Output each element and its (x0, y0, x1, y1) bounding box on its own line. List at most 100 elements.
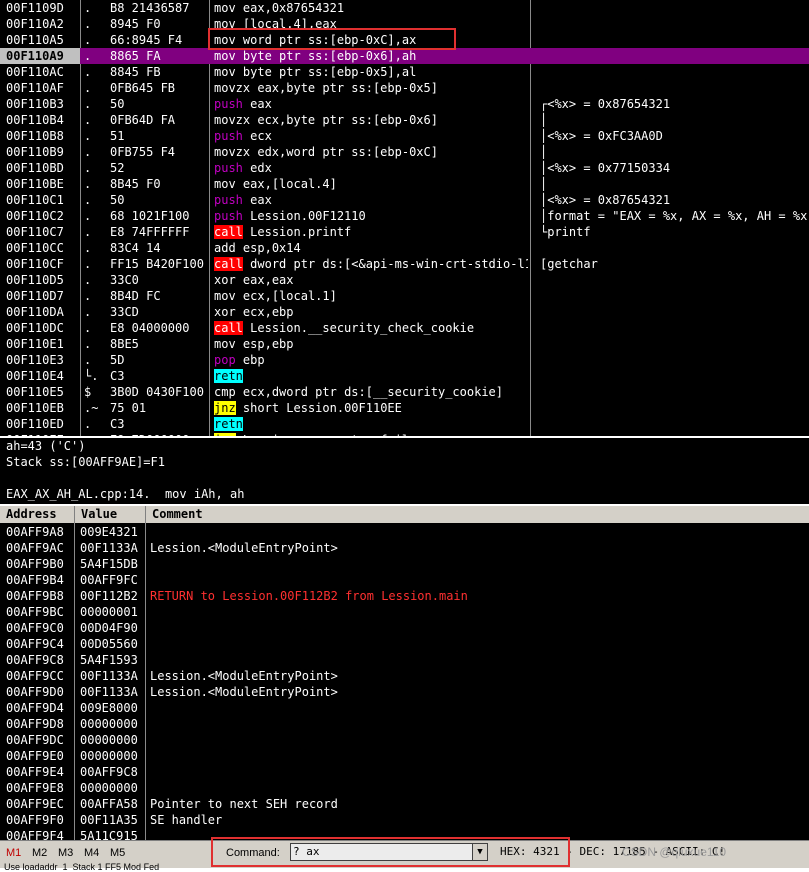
instruction-text[interactable]: push Lession.00F12110 (214, 208, 528, 224)
stack-row[interactable]: 00AFF9D4 009E8000 (0, 700, 809, 716)
address-column-header[interactable]: Address (0, 506, 75, 523)
opcode-bytes[interactable]: 66:8945 F4 (110, 32, 208, 48)
memory-button-m4[interactable]: M4 (84, 845, 99, 861)
instruction-address[interactable]: 00F110BD (0, 160, 80, 176)
instruction-text[interactable]: movzx ecx,byte ptr ss:[ebp-0x6] (214, 112, 528, 128)
stack-row[interactable]: 00AFF9D0 00F1133A Lession.<ModuleEntryPoin… (0, 684, 809, 700)
instruction-address[interactable]: 00F110C1 (0, 192, 80, 208)
stack-row[interactable]: 00AFF9C4 00D05560 (0, 636, 809, 652)
stack-row[interactable]: 00AFF9D8 00000000 (0, 716, 809, 732)
opcode-bytes[interactable]: E8 04000000 (110, 320, 208, 336)
opcode-bytes[interactable]: C3 (110, 416, 208, 432)
disasm-row[interactable]: 00F110D5. 33C0 xor eax,eax (0, 272, 809, 288)
instruction-text[interactable]: mov byte ptr ss:[ebp-0x6],ah (214, 48, 528, 64)
instruction-text[interactable]: pop ebp (214, 352, 528, 368)
instruction-address[interactable]: 00F110B9 (0, 144, 80, 160)
instruction-address[interactable]: 00F110A2 (0, 16, 80, 32)
instruction-text[interactable]: push eax (214, 96, 528, 112)
instruction-text[interactable]: push eax (214, 192, 528, 208)
disasm-row[interactable]: 00F110CF. FF15 B420F100 call dword ptr ds:… (0, 256, 809, 272)
instruction-comment[interactable]: │ (540, 176, 809, 192)
stack-row[interactable]: 00AFF9C0 00D04F90 (0, 620, 809, 636)
stack-row[interactable]: 00AFF9B8 00F112B2 RETURN to Lession.00F112… (0, 588, 809, 604)
instruction-text[interactable]: jnz short Lession.00F110EE (214, 400, 528, 416)
disasm-row[interactable]: 00F110CC. 83C4 14 add esp,0x14 (0, 240, 809, 256)
stack-row[interactable]: 00AFF9EC 00AFFA58 Pointer to next SEH reco… (0, 796, 809, 812)
instruction-text[interactable]: add esp,0x14 (214, 240, 528, 256)
instruction-address[interactable]: 00F110E3 (0, 352, 80, 368)
instruction-text[interactable]: push ecx (214, 128, 528, 144)
instruction-text[interactable]: mov ecx,[local.1] (214, 288, 528, 304)
instruction-address[interactable]: 00F110E4 (0, 368, 80, 384)
disasm-row[interactable]: 00F110BD. 52 push edx │<%x> = 0x77150334 (0, 160, 809, 176)
opcode-bytes[interactable]: E9 7D000000 (110, 432, 208, 436)
instruction-address[interactable]: 00F110AC (0, 64, 80, 80)
instruction-address[interactable]: 00F110D7 (0, 288, 80, 304)
instruction-text[interactable]: mov eax,0x87654321 (214, 0, 528, 16)
opcode-bytes[interactable]: 33C0 (110, 272, 208, 288)
instruction-text[interactable]: mov eax,[local.4] (214, 176, 528, 192)
instruction-address[interactable]: 00F110C2 (0, 208, 80, 224)
stack-row[interactable]: 00AFF9BC 00000001 (0, 604, 809, 620)
opcode-bytes[interactable]: 8845 FB (110, 64, 208, 80)
disasm-row[interactable]: 00F110ED. C3 retn (0, 416, 809, 432)
disasm-row[interactable]: 00F1109D. B8 21436587 mov eax,0x87654321 (0, 0, 809, 16)
instruction-address[interactable]: 00F110AF (0, 80, 80, 96)
instruction-address[interactable]: 00F110B8 (0, 128, 80, 144)
opcode-bytes[interactable]: 8945 F0 (110, 16, 208, 32)
instruction-address[interactable]: 00F110D5 (0, 272, 80, 288)
stack-row[interactable]: 00AFF9E0 00000000 (0, 748, 809, 764)
memory-button-m2[interactable]: M2 (32, 845, 47, 861)
instruction-address[interactable]: 00F110A5 (0, 32, 80, 48)
instruction-address[interactable]: 00F110DC (0, 320, 80, 336)
opcode-bytes[interactable]: FF15 B420F100 (110, 256, 208, 272)
disasm-row[interactable]: 00F110B3. 50 push eax ┌<%x> = 0x87654321 (0, 96, 809, 112)
disasm-row[interactable]: 00F110E3. 5D pop ebp (0, 352, 809, 368)
disasm-row[interactable]: 00F110B4. 0FB64D FA movzx ecx,byte ptr ss:… (0, 112, 809, 128)
opcode-bytes[interactable]: 50 (110, 96, 208, 112)
instruction-text[interactable]: call Lession.printf (214, 224, 528, 240)
instruction-text[interactable]: xor eax,eax (214, 272, 528, 288)
instruction-address[interactable]: 00F110CC (0, 240, 80, 256)
disassembly-pane[interactable]: 00F1109D. B8 21436587 mov eax,0x87654321 00… (0, 0, 809, 436)
disasm-row[interactable]: 00F110C1. 50 push eax │<%x> = 0x87654321 (0, 192, 809, 208)
stack-row[interactable]: 00AFF9F0 00F11A35 SE handler (0, 812, 809, 828)
instruction-text[interactable]: jmp Lession.__report_gsfailure (214, 432, 528, 436)
memory-button-m5[interactable]: M5 (110, 845, 125, 861)
instruction-text[interactable]: push edx (214, 160, 528, 176)
instruction-address[interactable]: 00F110BE (0, 176, 80, 192)
disasm-row[interactable]: 00F110DC. E8 04000000 call Lession.__secur… (0, 320, 809, 336)
instruction-text[interactable]: movzx edx,word ptr ss:[ebp-0xC] (214, 144, 528, 160)
disasm-row[interactable]: 00F110E4 └. C3 retn (0, 368, 809, 384)
instruction-address[interactable]: 00F110EE (0, 432, 80, 436)
instruction-address[interactable]: 00F110A9 (0, 48, 80, 64)
disasm-row[interactable]: 00F110BE. 8B45 F0 mov eax,[local.4] │ (0, 176, 809, 192)
disasm-row[interactable]: 00F110D7. 8B4D FC mov ecx,[local.1] (0, 288, 809, 304)
stack-row[interactable]: 00AFF9DC 00000000 (0, 732, 809, 748)
instruction-comment[interactable]: │ (540, 112, 809, 128)
opcode-bytes[interactable]: 0FB755 F4 (110, 144, 208, 160)
instruction-address[interactable]: 00F110E1 (0, 336, 80, 352)
opcode-bytes[interactable]: 68 1021F100 (110, 208, 208, 224)
instruction-address[interactable]: 00F110B3 (0, 96, 80, 112)
instruction-comment[interactable]: │<%x> = 0xFC3AA0D (540, 128, 809, 144)
memory-button-m3[interactable]: M3 (58, 845, 73, 861)
opcode-bytes[interactable]: 8865 FA (110, 48, 208, 64)
stack-pane[interactable]: Address Value Comment 00AFF9A8 009E4321 00… (0, 506, 809, 840)
disasm-row[interactable]: 00F110B8. 51 push ecx │<%x> = 0xFC3AA0D (0, 128, 809, 144)
value-column-header[interactable]: Value (75, 506, 146, 523)
disasm-row[interactable]: 00F110B9. 0FB755 F4 movzx edx,word ptr ss:… (0, 144, 809, 160)
instruction-comment[interactable]: │ (540, 144, 809, 160)
opcode-bytes[interactable]: 8BE5 (110, 336, 208, 352)
memory-button-m1[interactable]: M1 (6, 845, 21, 861)
disasm-row[interactable]: 00F110C7. E8 74FFFFFF call Lession.printf └… (0, 224, 809, 240)
stack-row[interactable]: 00AFF9B4 00AFF9FC (0, 572, 809, 588)
stack-row[interactable]: 00AFF9CC 00F1133A Lession.<ModuleEntryPoin… (0, 668, 809, 684)
disasm-row[interactable]: 00F110AF. 0FB645 FB movzx eax,byte ptr ss:… (0, 80, 809, 96)
instruction-address[interactable]: 00F110ED (0, 416, 80, 432)
opcode-bytes[interactable]: 52 (110, 160, 208, 176)
opcode-bytes[interactable]: 83C4 14 (110, 240, 208, 256)
disasm-row[interactable]: 00F110C2. 68 1021F100 push Lession.00F1211… (0, 208, 809, 224)
disasm-row[interactable]: 00F110EB .~ 75 01 jnz short Lession.00F110E… (0, 400, 809, 416)
stack-row[interactable]: 00AFF9E4 00AFF9C8 (0, 764, 809, 780)
